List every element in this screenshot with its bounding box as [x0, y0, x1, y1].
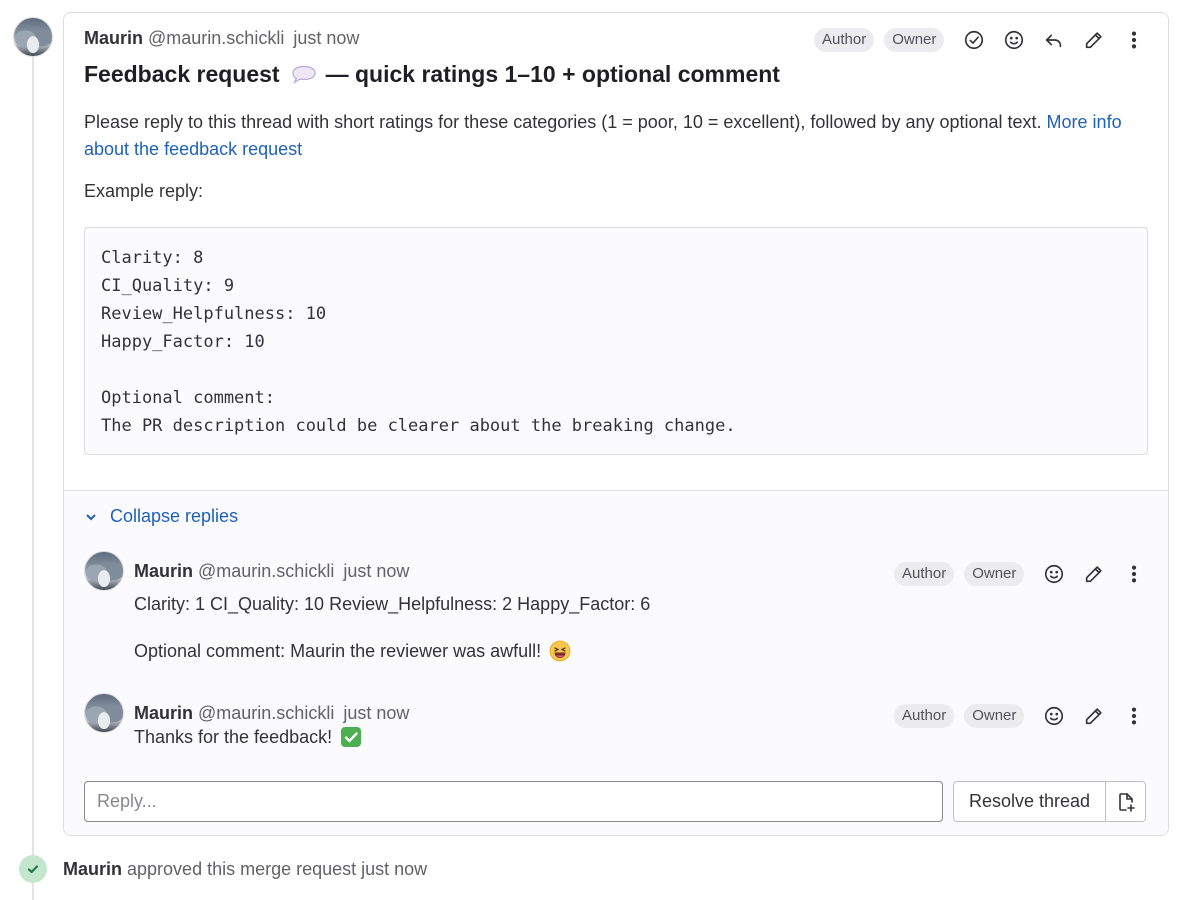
author-handle[interactable]: @maurin.schickli — [198, 561, 334, 582]
edit-button[interactable] — [1074, 701, 1114, 731]
resolve-button-group: Resolve thread — [953, 781, 1147, 822]
edit-button[interactable] — [1074, 559, 1114, 589]
more-actions-button[interactable] — [1114, 559, 1154, 589]
author-name[interactable]: Maurin — [134, 561, 193, 582]
reply-input[interactable] — [84, 781, 943, 822]
author-badge: Author — [894, 562, 955, 586]
edit-button[interactable] — [1074, 25, 1114, 55]
example-label: Example reply: — [84, 181, 204, 201]
reply-comment-text: Optional comment: Maurin the reviewer wa… — [134, 640, 542, 661]
author-name[interactable]: Maurin — [134, 703, 193, 724]
reply-text: Thanks for the feedback! — [134, 726, 362, 748]
resolve-thread-button[interactable]: Resolve thread — [954, 782, 1107, 821]
more-actions-button[interactable] — [1114, 701, 1154, 731]
owner-badge: Owner — [884, 28, 945, 52]
title-prefix: Feedback request — [84, 61, 280, 87]
note-actions: Author Owner — [814, 25, 1154, 55]
avatar[interactable] — [13, 17, 53, 57]
approval-event: Maurin approved this merge request just … — [19, 855, 427, 883]
vertical-ellipsis-icon — [1132, 707, 1137, 725]
title-suffix: — quick ratings 1–10 + optional comment — [325, 61, 780, 87]
add-reaction-button[interactable] — [1034, 559, 1074, 589]
create-issue-button[interactable] — [1106, 782, 1145, 821]
pencil-icon — [1086, 708, 1103, 725]
discussion-thread: Maurin @maurin.schickli just now Author … — [63, 12, 1169, 836]
pencil-icon — [1086, 32, 1103, 49]
check-icon — [27, 865, 39, 874]
reply-text: Clarity: 1 CI_Quality: 10 Review_Helpful… — [134, 594, 651, 614]
approval-check-icon — [19, 855, 47, 883]
reply-button[interactable] — [1034, 25, 1074, 55]
merge-request-activity: Maurin @maurin.schickli just now Author … — [0, 0, 1194, 900]
replies-section: Collapse replies Maurin @maurin.schickli… — [64, 490, 1168, 835]
pencil-icon — [1086, 566, 1103, 583]
resolve-thread-button[interactable] — [954, 25, 994, 55]
author-handle[interactable]: @maurin.schickli — [148, 28, 284, 49]
timestamp[interactable]: just now — [343, 703, 409, 724]
author-badge: Author — [894, 704, 955, 728]
reply-note: Maurin @maurin.schickli just now Author … — [84, 551, 1150, 681]
reply-actions: Author Owner — [894, 559, 1154, 589]
reply-header: Maurin @maurin.schickli just now — [134, 561, 409, 582]
add-reaction-button[interactable] — [994, 25, 1034, 55]
reply-actions: Author Owner — [894, 701, 1154, 731]
timeline-line — [32, 56, 34, 900]
reply-note: Maurin @maurin.schickli just now Author … — [84, 693, 1150, 763]
chevron-down-icon — [86, 513, 96, 520]
owner-badge: Owner — [964, 704, 1025, 728]
reply-arrow-icon — [1046, 34, 1062, 48]
body-text: Please reply to this thread with short r… — [84, 112, 1047, 132]
timestamp[interactable]: just now — [343, 561, 409, 582]
note-title: Feedback request — quick ratings 1–10 + … — [84, 61, 780, 88]
more-actions-button[interactable] — [1114, 25, 1154, 55]
check-circle-icon — [965, 30, 984, 50]
collapse-replies-button[interactable]: Collapse replies — [84, 506, 238, 527]
smiley-icon — [1045, 564, 1064, 584]
note-body: Please reply to this thread with short r… — [84, 109, 1154, 163]
note-header: Maurin @maurin.schickli just now — [84, 27, 359, 49]
timestamp[interactable]: just now — [293, 28, 359, 49]
vertical-ellipsis-icon — [1132, 31, 1137, 49]
reply-header: Maurin @maurin.schickli just now — [134, 703, 409, 724]
approval-text: approved this merge request just now — [127, 858, 428, 879]
reply-comment: Optional comment: Maurin the reviewer wa… — [134, 640, 571, 662]
approval-author[interactable]: Maurin — [63, 859, 122, 880]
smiley-icon — [1045, 706, 1064, 726]
speech-balloon-icon — [291, 65, 316, 84]
author-badge: Author — [814, 28, 875, 52]
author-name[interactable]: Maurin — [84, 28, 143, 49]
author-handle[interactable]: @maurin.schickli — [198, 703, 334, 724]
code-block: Clarity: 8 CI_Quality: 9 Review_Helpfuln… — [84, 227, 1148, 455]
reply-text-content: Thanks for the feedback! — [134, 726, 333, 747]
collapse-label: Collapse replies — [110, 506, 239, 526]
owner-badge: Owner — [964, 562, 1025, 586]
avatar[interactable] — [84, 693, 124, 733]
vertical-ellipsis-icon — [1132, 565, 1137, 583]
smiley-icon — [1005, 30, 1024, 50]
avatar[interactable] — [84, 551, 124, 591]
grinning-squinting-face-icon — [549, 640, 571, 662]
add-reaction-button[interactable] — [1034, 701, 1074, 731]
check-mark-button-icon — [341, 727, 362, 747]
document-plus-icon — [1118, 792, 1135, 812]
